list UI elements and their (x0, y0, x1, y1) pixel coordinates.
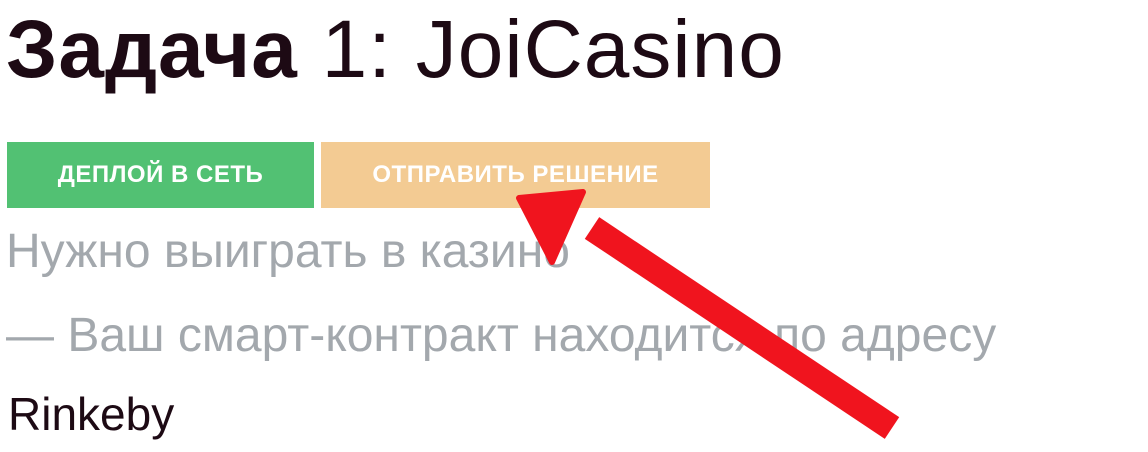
network-name: Rinkeby (8, 388, 175, 440)
task-page: Задача 1: JoiCasino ДЕПЛОЙ В СЕТЬ ОТПРАВ… (0, 0, 1148, 452)
deploy-to-network-button[interactable]: ДЕПЛОЙ В СЕТЬ (7, 142, 314, 208)
page-title: Задача 1: JoiCasino (6, 0, 785, 100)
page-title-bold: Задача (6, 4, 298, 95)
page-title-rest: 1: JoiCasino (297, 4, 785, 95)
task-description-line-2: — Ваш смарт-контракт находится по адресу (6, 309, 997, 362)
task-description-line-1: Нужно выиграть в казино (6, 225, 570, 278)
submit-solution-button[interactable]: ОТПРАВИТЬ РЕШЕНИЕ (321, 142, 710, 208)
